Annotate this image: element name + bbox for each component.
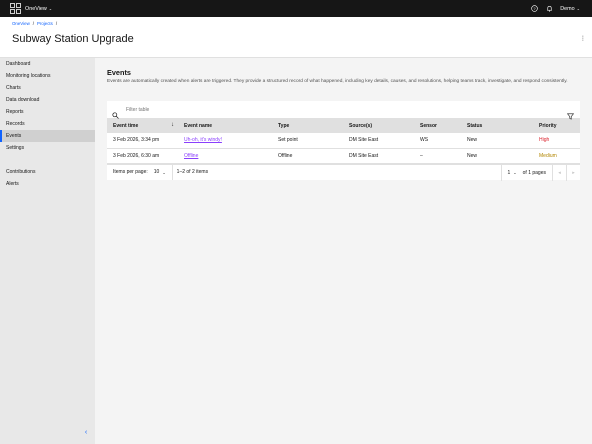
page-number-select[interactable]: 1 ⌄ [500, 164, 523, 181]
top-navigation-bar: OneView ⌄ ? Demo ⌄ [0, 0, 592, 17]
cell-status: New [461, 133, 533, 149]
svg-text:?: ? [533, 6, 536, 11]
section-title: Events [107, 68, 131, 77]
user-name: Demo [560, 5, 575, 12]
table-toolbar [107, 101, 580, 120]
items-per-page-select[interactable]: 10 ⌄ [154, 164, 173, 180]
cell-event-time: 3 Feb 2026, 6:30 am [107, 148, 178, 164]
events-section: Events Events are automatically created … [107, 68, 580, 85]
help-icon[interactable]: ? [530, 5, 538, 13]
data-table: Event time ↓ Event name Type Source(s) Se… [107, 119, 580, 164]
table-row[interactable]: 3 Feb 2026, 6:30 am Offline Offline DM S… [107, 148, 580, 164]
cell-event-name: Uh-oh, it's windy! [178, 133, 272, 149]
chevron-down-icon: ⌄ [48, 6, 53, 11]
sidebar-item-charts[interactable]: Charts [0, 82, 95, 94]
breadcrumb-separator: / [32, 21, 34, 26]
column-header-priority[interactable]: Priority [533, 119, 580, 133]
sidebar-item-monitoring-locations[interactable]: Monitoring locations [0, 70, 95, 82]
app-logo-icon[interactable] [10, 3, 21, 14]
collapse-sidebar-icon[interactable]: ‹ [82, 429, 90, 437]
sidebar-item-settings[interactable]: Settings [0, 142, 95, 154]
filter-funnel-icon[interactable] [566, 107, 575, 120]
sidebar-item-events[interactable]: Events [0, 130, 95, 142]
next-page-button[interactable]: ▸ [566, 164, 580, 181]
sort-arrow-down-icon[interactable]: ↓ [171, 122, 174, 128]
breadcrumb-separator: / [55, 21, 58, 26]
cell-sensor: WS [414, 133, 461, 149]
app-switcher[interactable]: OneView ⌄ [25, 6, 52, 12]
page-header: OneView / Projects / Subway Station Upgr… [0, 17, 592, 58]
cell-status: New [461, 148, 533, 164]
column-header-event-time[interactable]: Event time ↓ [107, 119, 178, 133]
sidebar-item-records[interactable]: Records [0, 118, 95, 130]
table-header-row: Event time ↓ Event name Type Source(s) Se… [107, 119, 580, 133]
column-header-status[interactable]: Status [461, 119, 533, 133]
pagination-range: 1–2 of 2 items [176, 169, 209, 175]
sidebar-divider [0, 154, 95, 166]
sidebar-item-alerts[interactable]: Alerts [0, 178, 95, 190]
previous-page-button[interactable]: ◂ [552, 164, 566, 181]
items-per-page-value: 10 [153, 169, 160, 175]
cell-type: Offline [272, 148, 343, 164]
events-table: Event time↓ Event name Type Source(s) Se… [107, 101, 580, 181]
caret-left-icon: ◂ [558, 169, 561, 176]
section-description: Events are automatically created when al… [107, 79, 568, 84]
event-link[interactable]: Offline [184, 153, 198, 159]
sidebar: Dashboard Monitoring locations Charts Da… [0, 58, 95, 444]
cell-event-time: 3 Feb 2026, 3:34 pm [107, 133, 178, 149]
chevron-down-icon: ⌄ [162, 169, 166, 175]
cell-source: DM Site East [343, 148, 414, 164]
cell-priority: Medium [533, 148, 580, 164]
column-header-event-name[interactable]: Event name [178, 119, 272, 133]
cell-source: DM Site East [343, 133, 414, 149]
filter-table-input[interactable] [126, 106, 426, 113]
notification-bell-icon[interactable] [545, 5, 553, 13]
cell-event-name: Offline [178, 148, 272, 164]
column-header-sensor[interactable]: Sensor [414, 119, 461, 133]
event-link[interactable]: Uh-oh, it's windy! [184, 137, 222, 143]
overflow-menu-icon[interactable]: ⋮ [580, 35, 586, 43]
sidebar-item-dashboard[interactable]: Dashboard [0, 58, 95, 70]
column-header-type[interactable]: Type [272, 119, 343, 133]
app-name: OneView [25, 5, 47, 12]
page-number-value: 1 [507, 169, 511, 176]
sidebar-item-data-download[interactable]: Data download [0, 94, 95, 106]
caret-right-icon: ▸ [572, 169, 575, 176]
sidebar-item-contributions[interactable]: Contributions [0, 166, 95, 178]
pagination: Items per page: 10 ⌄ 1–2 of 2 items 1 ⌄ … [107, 163, 580, 181]
column-header-sources[interactable]: Source(s) [343, 119, 414, 133]
table-row[interactable]: 3 Feb 2026, 3:34 pm Uh-oh, it's windy! S… [107, 133, 580, 149]
breadcrumb-item-oneview[interactable]: OneView [12, 21, 30, 26]
items-per-page-label: Items per page: [113, 169, 148, 175]
cell-sensor: – [414, 148, 461, 164]
search-icon [112, 106, 119, 119]
page-title: Subway Station Upgrade [12, 33, 134, 45]
chevron-down-icon: ⌄ [513, 170, 517, 175]
breadcrumb-item-projects[interactable]: Projects [37, 21, 53, 26]
breadcrumb: OneView / Projects / [12, 21, 57, 26]
page-count: of 1 pages [522, 169, 546, 176]
chevron-down-icon: ⌄ [576, 6, 580, 11]
sidebar-item-reports[interactable]: Reports [0, 106, 95, 118]
cell-priority: High [533, 133, 580, 149]
cell-type: Set point [272, 133, 343, 149]
user-menu[interactable]: Demo ⌄ [560, 6, 580, 12]
